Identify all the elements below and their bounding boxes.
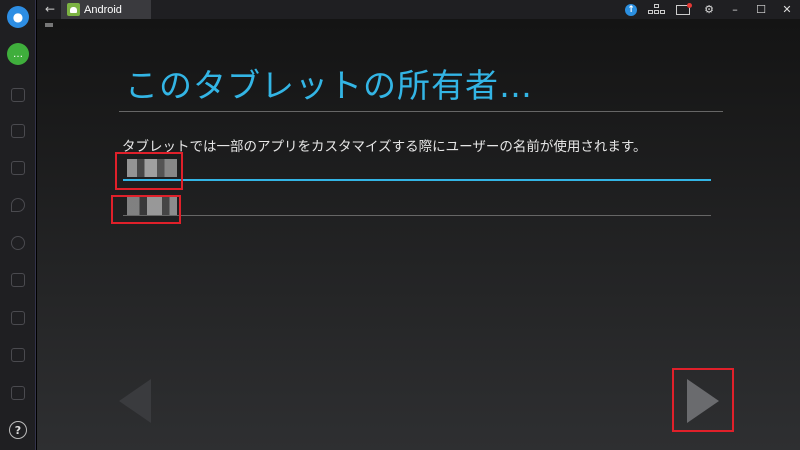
keyboard-button[interactable] [644, 0, 670, 19]
chat-icon[interactable]: … [7, 43, 29, 65]
multi-window-icon[interactable] [11, 88, 25, 102]
folder-icon[interactable] [11, 273, 25, 287]
upload-icon: ↑ [625, 3, 637, 16]
setup-description: タブレットでは一部のアプリをカスタマイズする際にユーザーの名前が使用されます。 [122, 139, 647, 155]
upload-button[interactable]: ↑ [618, 0, 644, 19]
first-name-field[interactable] [123, 159, 711, 181]
more-icon[interactable] [11, 236, 25, 250]
screenshot-icon[interactable] [11, 161, 25, 175]
volume-icon[interactable] [11, 386, 25, 400]
highlight-box-next [672, 368, 734, 432]
page-title: このタブレットの所有者… [125, 66, 533, 105]
title-bar-controls: ↑ ⚙ – ☐ ✕ [618, 0, 800, 19]
highlight-box-first-name [115, 152, 183, 190]
gear-icon[interactable]: ⚙ [696, 0, 722, 19]
android-screen: このタブレットの所有者… タブレットでは一部のアプリをカスタマイズする際にユーザ… [37, 19, 800, 450]
tab-android[interactable]: Android [61, 0, 151, 19]
help-icon[interactable]: ? [9, 421, 27, 439]
mail-icon [676, 2, 692, 15]
close-icon[interactable]: ✕ [774, 0, 800, 19]
keyboard-keys-icon [648, 4, 666, 15]
previous-arrow-icon[interactable] [119, 379, 151, 423]
minimize-icon[interactable]: – [722, 0, 748, 19]
highlight-box-last-name [111, 195, 181, 224]
title-divider [119, 111, 723, 112]
maximize-icon[interactable]: ☐ [748, 0, 774, 19]
sidebar: ● … ? [0, 0, 36, 450]
copy-icon[interactable] [11, 311, 25, 325]
title-bar: ← Android ↑ ⚙ – ☐ ✕ [37, 0, 800, 19]
tab-label: Android [84, 3, 122, 16]
location-icon[interactable] [11, 198, 25, 212]
video-camera-icon[interactable]: ● [7, 6, 29, 28]
rotate-icon[interactable] [11, 124, 25, 138]
mail-button[interactable] [670, 0, 696, 19]
paste-icon[interactable] [11, 348, 25, 362]
back-arrow-icon[interactable]: ← [41, 0, 59, 19]
android-icon [67, 3, 80, 16]
last-name-field[interactable] [123, 194, 711, 216]
status-indicator [45, 23, 53, 27]
